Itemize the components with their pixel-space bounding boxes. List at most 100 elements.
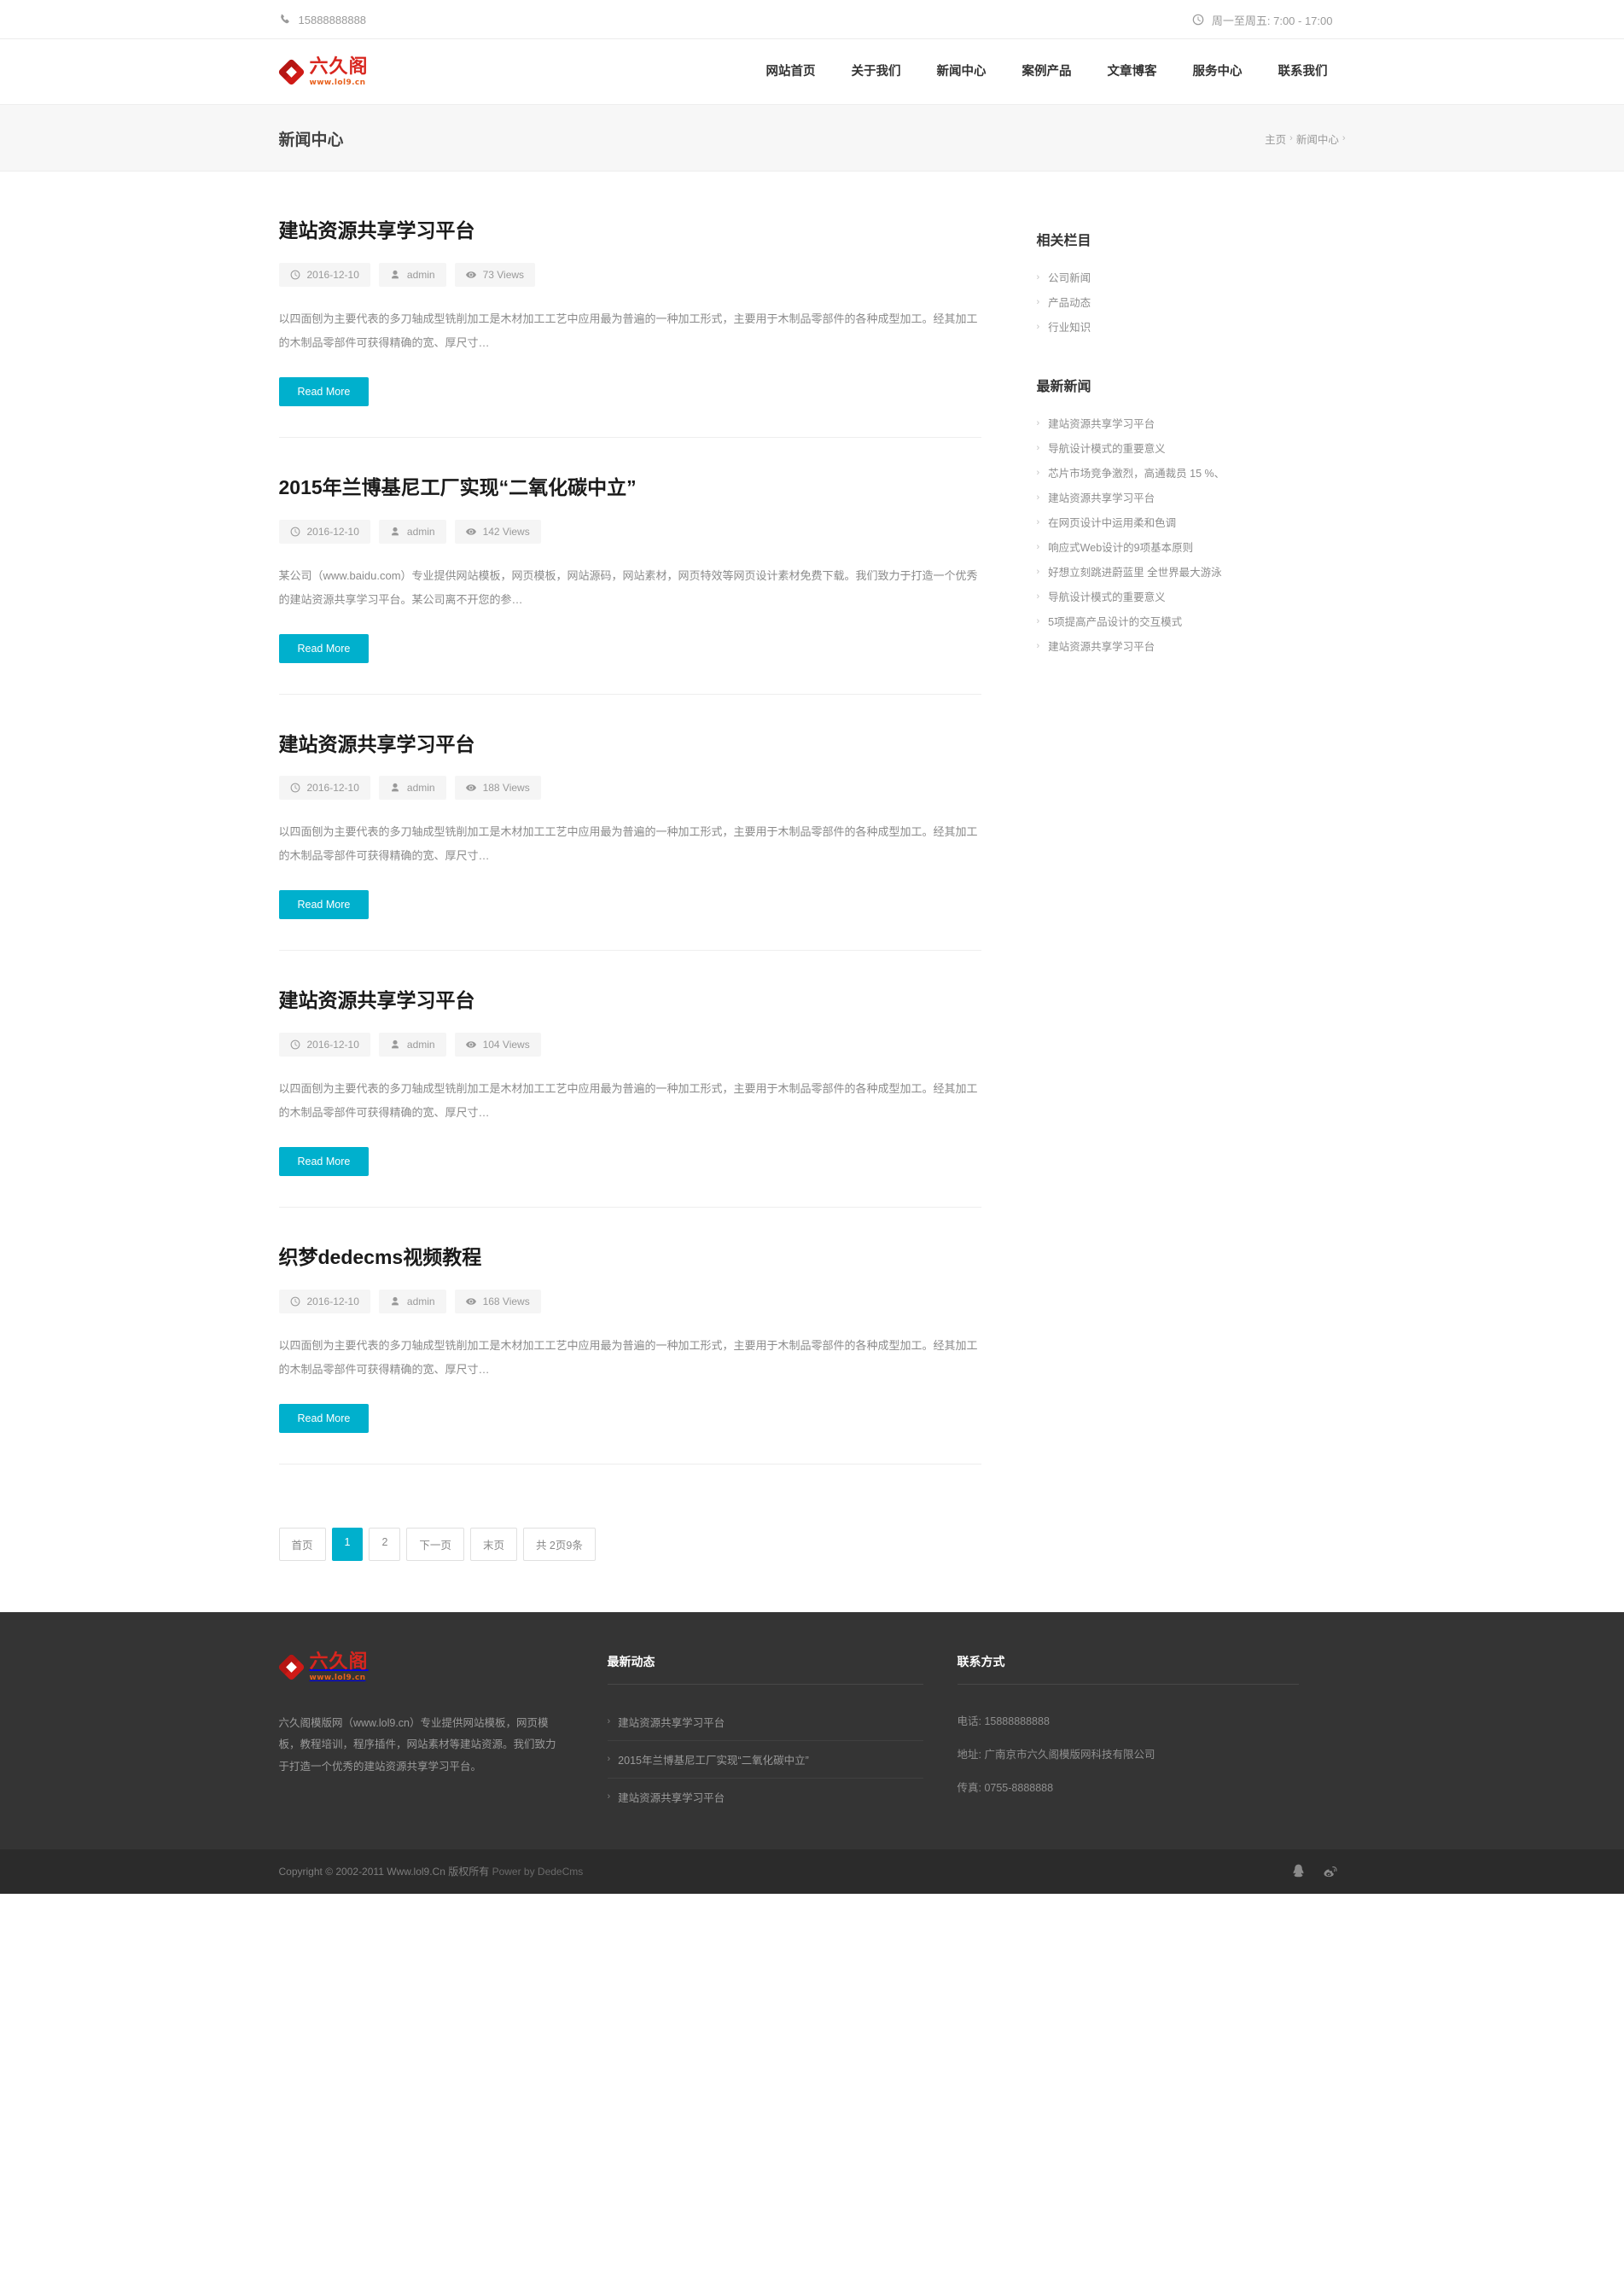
meta-author-text: admin: [406, 782, 435, 795]
read-more-button[interactable]: Read More: [278, 1403, 370, 1433]
sidebar-news-link[interactable]: › 建站资源共享学习平台: [1037, 415, 1346, 431]
article-item: 织梦dedecms视频教程 2016-12-10 admin 168 Views: [278, 1245, 981, 1465]
weibo-icon[interactable]: [1323, 1864, 1337, 1878]
qq-icon[interactable]: [1291, 1864, 1306, 1878]
read-more-button[interactable]: Read More: [278, 1147, 370, 1177]
nav-item-blog[interactable]: 文章博客: [1090, 39, 1175, 105]
footer-news-link[interactable]: › 2015年兰博基尼工厂实现“二氧化碳中立”: [608, 1741, 923, 1778]
footer-about-column: 六久阁 www.lol9.cn 六久阁模版网（www.lol9.cn）专业提供网…: [276, 1651, 608, 1779]
user-icon: [391, 527, 399, 536]
sidebar-news-link[interactable]: › 好想立刻跳进蔚蓝里 全世界最大游泳: [1037, 563, 1346, 579]
divider: [607, 1683, 923, 1685]
breadcrumb-separator-icon: ›: [1289, 133, 1293, 143]
breadcrumb-home[interactable]: 主页: [1265, 131, 1286, 147]
sidebar-news-link[interactable]: › 建站资源共享学习平台: [1037, 489, 1346, 505]
meta-date-text: 2016-12-10: [306, 1039, 359, 1051]
copyright-text-wrap: Copyright © 2002-2011 Www.lol9.Cn 版权所有 P…: [279, 1864, 584, 1878]
breadcrumb: 主页 › 新闻中心 ›: [1265, 131, 1345, 147]
nav-item-service[interactable]: 服务中心: [1175, 39, 1260, 105]
nav-item-about[interactable]: 关于我们: [834, 39, 919, 105]
top-bar: 15888888888 周一至周五: 7:00 - 17:00: [0, 0, 1624, 39]
list-item: › 导航设计模式的重要意义: [1037, 584, 1346, 609]
footer-news-label: 建站资源共享学习平台: [618, 1791, 725, 1804]
footer-logo[interactable]: 六久阁 www.lol9.cn: [276, 1651, 556, 1682]
topbar-hours: 周一至周五: 7:00 - 17:00: [1192, 12, 1346, 28]
page-title: 新闻中心: [278, 131, 344, 149]
list-item: › 建站资源共享学习平台: [608, 1779, 923, 1815]
meta-author: admin: [378, 262, 446, 287]
sidebar-news-link[interactable]: › 响应式Web设计的9项基本原则: [1037, 539, 1346, 555]
sidebar-item-industry-knowledge[interactable]: › 行业知识: [1037, 318, 1346, 335]
read-more-button[interactable]: Read More: [278, 633, 370, 663]
sidebar-item-label: 公司新闻: [1048, 272, 1091, 284]
list-item: › 建站资源共享学习平台: [1037, 633, 1346, 658]
sidebar-news-link[interactable]: › 导航设计模式的重要意义: [1037, 440, 1346, 456]
chevron-right-icon: ›: [1036, 566, 1040, 577]
sidebar-news-link[interactable]: › 5项提高产品设计的交互模式: [1037, 613, 1346, 629]
article-meta: 2016-12-10 admin 104 Views: [278, 1033, 981, 1057]
sidebar-news-label: 响应式Web设计的9项基本原则: [1048, 542, 1194, 554]
chevron-right-icon: ›: [1036, 442, 1040, 453]
footer-news-link[interactable]: › 建站资源共享学习平台: [608, 1703, 923, 1740]
meta-author-text: admin: [406, 1295, 435, 1307]
meta-views: 142 Views: [454, 519, 541, 544]
sidebar-news-link[interactable]: › 在网页设计中运用柔和色调: [1037, 514, 1346, 530]
copyright-power: Power by DedeCms: [492, 1866, 584, 1878]
sidebar-item-company-news[interactable]: › 公司新闻: [1037, 269, 1346, 285]
chevron-right-icon: ›: [1036, 467, 1040, 478]
clock-icon: [290, 270, 300, 280]
sidebar-news-label: 5项提高产品设计的交互模式: [1048, 616, 1183, 628]
breadcrumb-current[interactable]: 新闻中心: [1296, 131, 1339, 147]
nav-item-contact[interactable]: 联系我们: [1260, 39, 1346, 105]
chevron-right-icon: ›: [607, 1716, 611, 1727]
pagination-page-1[interactable]: 1: [331, 1527, 364, 1561]
nav-item-cases[interactable]: 案例产品: [1004, 39, 1090, 105]
list-item: › 在网页设计中运用柔和色调: [1037, 510, 1346, 534]
list-item: › 响应式Web设计的9项基本原则: [1037, 534, 1346, 559]
site-logo[interactable]: 六久阁 www.lol9.cn: [276, 55, 369, 87]
meta-author-text: admin: [406, 1039, 435, 1051]
sidebar-news-link[interactable]: › 建站资源共享学习平台: [1037, 638, 1346, 654]
pagination-first[interactable]: 首页: [278, 1527, 326, 1561]
meta-date: 2016-12-10: [278, 1033, 370, 1057]
meta-views-text: 188 Views: [482, 782, 530, 795]
logo-diamond-icon: [276, 1653, 306, 1682]
article-title-link[interactable]: 织梦dedecms视频教程: [279, 1246, 482, 1268]
clock-icon: [290, 1296, 300, 1307]
logo-name: 六久阁: [309, 55, 369, 78]
article-excerpt: 以四面刨为主要代表的多刀轴成型铣削加工是木材加工工艺中应用最为普遍的一种加工形式…: [278, 1338, 978, 1376]
footer-contact-phone: 电话: 15888888888: [957, 1715, 1050, 1727]
sidebar-news-link[interactable]: › 芯片市场竞争激烈，高通裁员 15 %、: [1037, 464, 1346, 480]
article-meta: 2016-12-10 admin 188 Views: [278, 776, 981, 801]
list-item: › 2015年兰博基尼工厂实现“二氧化碳中立”: [607, 1741, 923, 1779]
footer-news-link[interactable]: › 建站资源共享学习平台: [608, 1779, 923, 1815]
article-title-link[interactable]: 建站资源共享学习平台: [279, 219, 475, 242]
meta-author: admin: [378, 1033, 446, 1057]
sidebar-item-product-news[interactable]: › 产品动态: [1037, 294, 1346, 310]
article-title-link[interactable]: 建站资源共享学习平台: [279, 733, 475, 755]
meta-views: 73 Views: [454, 262, 536, 287]
clock-icon: [290, 783, 300, 793]
read-more-button[interactable]: Read More: [278, 376, 370, 406]
divider: [957, 1683, 1299, 1685]
sidebar-news-link[interactable]: › 导航设计模式的重要意义: [1037, 588, 1346, 604]
meta-date-text: 2016-12-10: [306, 1295, 359, 1307]
pagination-page-2[interactable]: 2: [369, 1527, 401, 1561]
read-more-button[interactable]: Read More: [278, 890, 370, 920]
meta-date-text: 2016-12-10: [306, 268, 359, 281]
nav-item-home[interactable]: 网站首页: [748, 39, 834, 105]
nav-item-news[interactable]: 新闻中心: [919, 39, 1004, 105]
meta-views: 168 Views: [454, 1289, 541, 1313]
article-title-link[interactable]: 建站资源共享学习平台: [279, 989, 475, 1011]
chevron-right-icon: ›: [1036, 492, 1040, 503]
article-title-link[interactable]: 2015年兰博基尼工厂实现“二氧化碳中立”: [279, 476, 637, 498]
article-item: 2015年兰博基尼工厂实现“二氧化碳中立” 2016-12-10 admin 1…: [278, 475, 981, 695]
pagination-next[interactable]: 下一页: [406, 1527, 464, 1561]
clock-icon: [290, 527, 300, 537]
footer-logo-name: 六久阁: [309, 1651, 369, 1673]
sidebar-news-label: 建站资源共享学习平台: [1048, 418, 1155, 430]
pagination-last[interactable]: 末页: [469, 1527, 517, 1561]
social-links: [1291, 1864, 1346, 1878]
article-title: 建站资源共享学习平台: [279, 988, 981, 1014]
phone-icon: [279, 14, 291, 26]
